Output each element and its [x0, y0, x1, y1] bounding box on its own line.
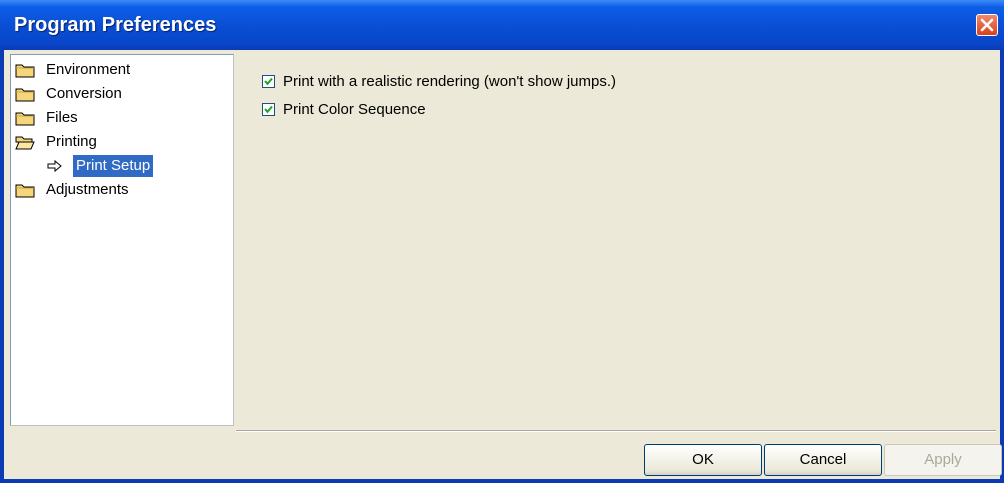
tree-item-label: Files: [46, 109, 78, 126]
checkmark-icon: [264, 105, 273, 114]
folder-closed-icon: [15, 112, 35, 126]
window-title: Program Preferences: [14, 14, 217, 36]
ok-button[interactable]: OK: [644, 444, 762, 476]
button-separator: [236, 430, 996, 432]
checkmark-icon: [264, 77, 273, 86]
tree-item-label: Adjustments: [46, 181, 129, 198]
folder-open-icon: [15, 136, 35, 150]
close-icon: [980, 18, 994, 32]
color-sequence-checkbox[interactable]: [262, 103, 275, 116]
folder-closed-icon: [15, 88, 35, 102]
tree-item-label: Print Setup: [73, 155, 154, 177]
cancel-button[interactable]: Cancel: [764, 444, 882, 476]
color-sequence-label: Print Color Sequence: [283, 101, 426, 118]
tree-item-label: Printing: [46, 133, 97, 150]
category-tree[interactable]: Environment Conversion Files Printing Pr…: [10, 54, 234, 426]
title-bar[interactable]: Program Preferences: [0, 0, 1004, 50]
folder-closed-icon: [15, 64, 35, 78]
close-button[interactable]: [976, 14, 998, 36]
tree-item-label: Conversion: [46, 85, 122, 102]
realistic-rendering-label: Print with a realistic rendering (won't …: [283, 73, 616, 90]
arrow-right-icon: [47, 159, 62, 173]
settings-panel: Print with a realistic rendering (won't …: [238, 54, 996, 426]
apply-button[interactable]: Apply: [884, 444, 1002, 476]
tree-item-label: Environment: [46, 61, 131, 78]
realistic-rendering-checkbox[interactable]: [262, 75, 275, 88]
folder-closed-icon: [15, 184, 35, 198]
